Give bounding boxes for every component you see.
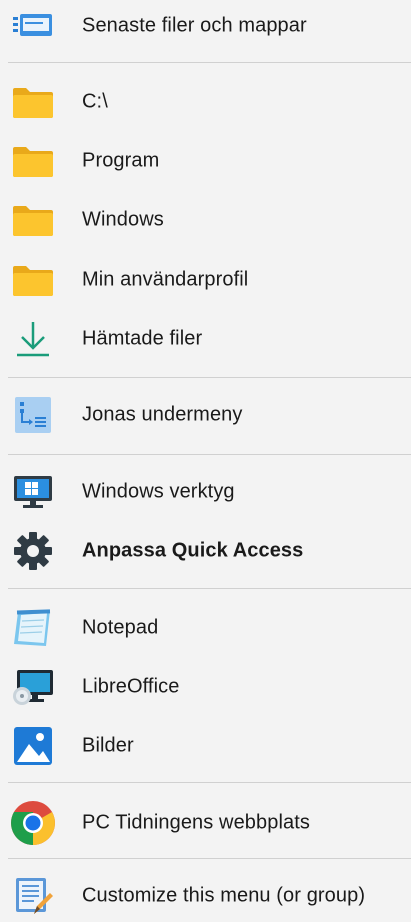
folder-icon xyxy=(8,198,58,242)
menu-item-label: Windows verktyg xyxy=(82,480,235,503)
menu-item-recent-files[interactable]: Senaste filer och mappar xyxy=(0,0,411,52)
folder-icon xyxy=(8,80,58,124)
download-icon xyxy=(8,317,58,361)
menu-item-label: Notepad xyxy=(82,616,159,639)
menu-item-label: Anpassa Quick Access xyxy=(82,539,304,562)
menu-item-label: Hämtade filer xyxy=(82,327,203,350)
customize-icon xyxy=(8,874,58,918)
menu-item-customize-menu[interactable]: Customize this menu (or group) xyxy=(0,870,411,922)
chrome-icon xyxy=(8,801,58,845)
menu-item-notepad[interactable]: Notepad xyxy=(0,602,411,654)
separator xyxy=(8,62,411,63)
menu-item-downloads[interactable]: Hämtade filer xyxy=(0,313,411,365)
menu-item-label: PC Tidningens webbplats xyxy=(82,811,310,834)
menu-item-customize-quick-access[interactable]: Anpassa Quick Access xyxy=(0,525,411,577)
menu-item-label: Min användarprofil xyxy=(82,268,249,291)
menu-item-user-profile[interactable]: Min användarprofil xyxy=(0,254,411,306)
separator xyxy=(8,454,411,455)
menu-item-label: Bilder xyxy=(82,734,134,757)
menu-item-program[interactable]: Program xyxy=(0,135,411,187)
separator xyxy=(8,377,411,378)
libreoffice-icon xyxy=(8,665,58,709)
menu-item-pc-tidningen-website[interactable]: PC Tidningens webbplats xyxy=(0,797,411,849)
menu-item-label: Windows xyxy=(82,208,164,231)
menu-item-jonas-submenu[interactable]: Jonas undermeny xyxy=(0,389,411,441)
folder-icon xyxy=(8,139,58,183)
quick-access-menu: Senaste filer och mappar C:\ Program Win… xyxy=(0,0,411,921)
recent-files-icon xyxy=(8,4,58,48)
gear-icon xyxy=(8,529,58,573)
separator xyxy=(8,858,411,859)
menu-item-libreoffice[interactable]: LibreOffice xyxy=(0,661,411,713)
menu-item-label: Program xyxy=(82,149,160,172)
menu-item-label: C:\ xyxy=(82,90,108,113)
menu-item-c-drive[interactable]: C:\ xyxy=(0,76,411,128)
menu-item-label: Customize this menu (or group) xyxy=(82,884,366,907)
menu-item-label: Senaste filer och mappar xyxy=(82,14,307,37)
menu-item-label: LibreOffice xyxy=(82,675,180,698)
menu-item-windows[interactable]: Windows xyxy=(0,194,411,246)
menu-item-pictures[interactable]: Bilder xyxy=(0,720,411,772)
separator xyxy=(8,588,411,589)
folder-icon xyxy=(8,258,58,302)
windows-tools-icon xyxy=(8,470,58,514)
pictures-icon xyxy=(8,724,58,768)
notepad-icon xyxy=(8,606,58,650)
menu-item-label: Jonas undermeny xyxy=(82,403,243,426)
menu-item-windows-tools[interactable]: Windows verktyg xyxy=(0,466,411,518)
separator xyxy=(8,782,411,783)
submenu-icon xyxy=(8,393,58,437)
